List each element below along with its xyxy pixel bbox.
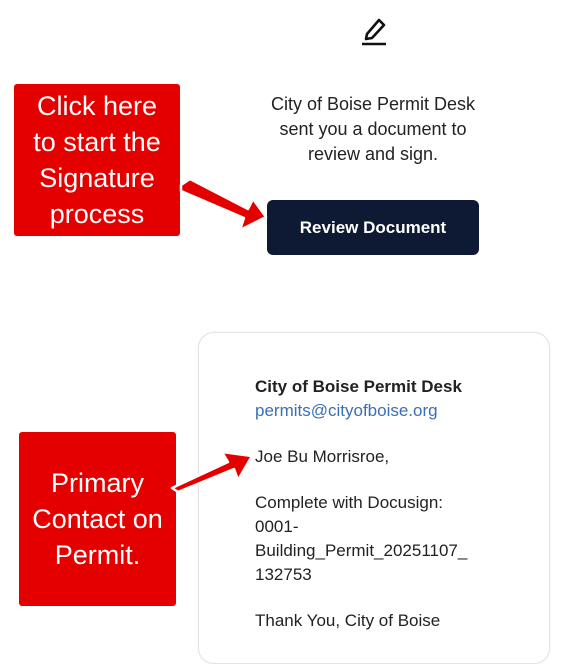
intro-line-1: City of Boise Permit Desk <box>270 94 476 114</box>
sender-email-link[interactable]: permits@cityofboise.org <box>255 399 535 423</box>
intro-line-3: review and sign. <box>307 144 439 164</box>
signature-callout-text: Click here to start the Signature proces… <box>33 91 161 229</box>
intro-message: City of Boise Permit Desk sent you a doc… <box>230 92 516 167</box>
document-line-1: Complete with Docusign: <box>255 493 444 512</box>
contact-callout-text: Primary Contact on Permit. <box>32 468 163 570</box>
signature-callout: Click here to start the Signature proces… <box>14 84 180 236</box>
document-line-4: 132753 <box>255 565 312 584</box>
arrow-to-review-icon <box>179 177 268 232</box>
contact-callout: Primary Contact on Permit. <box>19 432 176 606</box>
pen-icon <box>362 18 386 46</box>
document-line-3: Building_Permit_20251107_ <box>255 541 468 560</box>
document-line-2: 0001- <box>255 517 299 536</box>
arrow-to-recipient-icon <box>170 450 254 494</box>
sender-name: City of Boise Permit Desk <box>255 377 462 396</box>
recipient-greeting: Joe Bu Morrisroe, <box>255 447 390 466</box>
closing-text: Thank You, City of Boise <box>255 611 441 630</box>
email-details-card: City of Boise Permit Desk permits@cityof… <box>198 332 550 664</box>
intro-line-2: sent you a document to <box>279 119 467 139</box>
review-document-button[interactable]: Review Document <box>267 200 479 255</box>
